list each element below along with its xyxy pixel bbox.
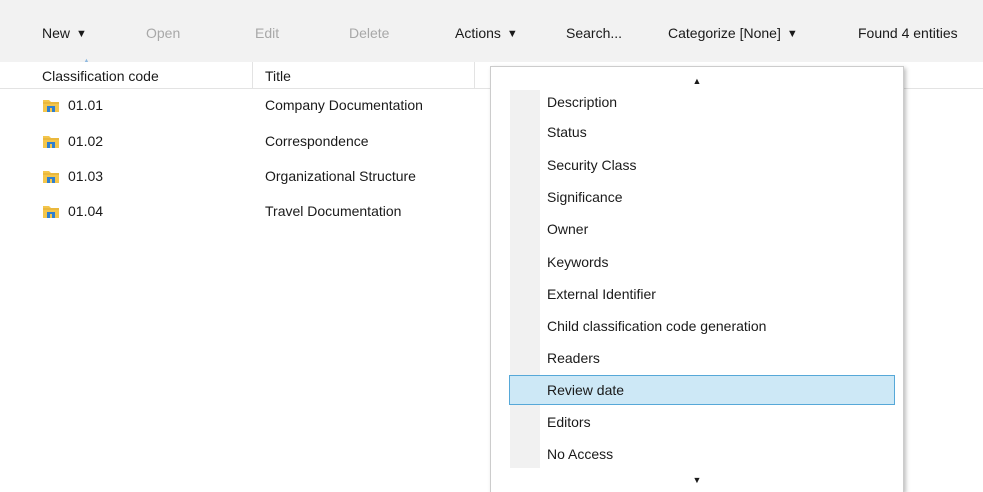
new-label: New <box>42 25 71 41</box>
code-text: 01.01 <box>68 97 104 113</box>
menu-item-child-code-generation[interactable]: Child classification code generation <box>509 311 895 341</box>
menu-item-label: Description <box>547 94 618 110</box>
search-button[interactable]: Search... <box>566 24 622 42</box>
open-button[interactable]: Open <box>146 24 180 42</box>
toolbar: New ▼ Open Edit Delete Actions ▼ Search...… <box>0 0 983 62</box>
title-cell: Organizational Structure <box>265 168 416 184</box>
table-row[interactable]: 01.01 Company Documentation <box>0 92 500 118</box>
code-cell: 01.02 <box>42 128 103 154</box>
menu-item-external-identifier[interactable]: External Identifier <box>509 279 895 309</box>
code-cell: 01.04 <box>42 198 103 224</box>
table-row[interactable]: 01.03 Organizational Structure <box>0 163 500 189</box>
menu-item-security-class[interactable]: Security Class <box>509 150 895 180</box>
folder-icon <box>43 100 59 112</box>
menu-item-description[interactable]: Description <box>509 87 895 117</box>
edit-button[interactable]: Edit <box>255 24 279 42</box>
column-header-title[interactable]: Title <box>265 67 291 85</box>
folder-icon <box>43 206 59 218</box>
actions-label: Actions <box>455 25 501 41</box>
title-cell: Correspondence <box>265 133 369 149</box>
menu-item-label: Child classification code generation <box>547 318 767 334</box>
menu-item-label: Owner <box>547 221 589 237</box>
menu-item-keywords[interactable]: Keywords <box>509 247 895 277</box>
menu-item-label: Keywords <box>547 254 609 270</box>
categorize-button[interactable]: Categorize [None] ▼ <box>668 24 798 44</box>
menu-item-label: Review date <box>547 382 625 398</box>
folder-icon <box>43 171 59 183</box>
folder-icon <box>43 136 59 148</box>
menu-item-status[interactable]: Status <box>509 117 895 147</box>
menu-item-label: Significance <box>547 189 623 205</box>
code-text: 01.04 <box>68 203 104 219</box>
categorize-label: Categorize [None] <box>668 25 781 41</box>
scroll-down-arrow-icon[interactable]: ▼ <box>491 475 903 485</box>
menu-item-owner[interactable]: Owner <box>509 214 895 244</box>
title-cell: Company Documentation <box>265 97 423 113</box>
delete-button[interactable]: Delete <box>349 24 389 42</box>
menu-item-label: Status <box>547 124 587 140</box>
menu-item-label: Security Class <box>547 157 637 173</box>
column-divider[interactable] <box>474 62 475 88</box>
menu-item-readers[interactable]: Readers <box>509 343 895 373</box>
dropdown-arrow-icon: ▼ <box>76 28 87 40</box>
menu-item-review-date[interactable]: Review date <box>509 375 895 405</box>
column-header-code[interactable]: Classification code <box>42 67 159 85</box>
dropdown-arrow-icon: ▼ <box>786 28 798 40</box>
code-text: 01.02 <box>68 133 104 149</box>
menu-item-editors[interactable]: Editors <box>509 407 895 437</box>
menu-item-label: External Identifier <box>547 286 656 302</box>
menu-item-label: No Access <box>547 446 614 462</box>
actions-button[interactable]: Actions ▼ <box>455 24 518 44</box>
menu-item-no-access[interactable]: No Access <box>509 439 895 469</box>
table-row[interactable]: 01.04 Travel Documentation <box>0 198 500 224</box>
categorize-dropdown-menu: ▲ Description Status Security Class Sign… <box>490 66 904 492</box>
menu-item-label: Readers <box>547 350 600 366</box>
column-divider[interactable] <box>252 62 253 88</box>
code-text: 01.03 <box>68 168 104 184</box>
found-count: Found 4 entities <box>858 25 958 41</box>
code-cell: 01.01 <box>42 92 103 118</box>
code-cell: 01.03 <box>42 163 103 189</box>
table-row[interactable]: 01.02 Correspondence <box>0 128 500 154</box>
new-button[interactable]: New ▼ <box>42 24 87 44</box>
scroll-up-arrow-icon[interactable]: ▲ <box>491 76 903 86</box>
menu-item-label: Editors <box>547 414 591 430</box>
dropdown-arrow-icon: ▼ <box>506 28 518 40</box>
title-cell: Travel Documentation <box>265 203 402 219</box>
menu-item-significance[interactable]: Significance <box>509 182 895 212</box>
